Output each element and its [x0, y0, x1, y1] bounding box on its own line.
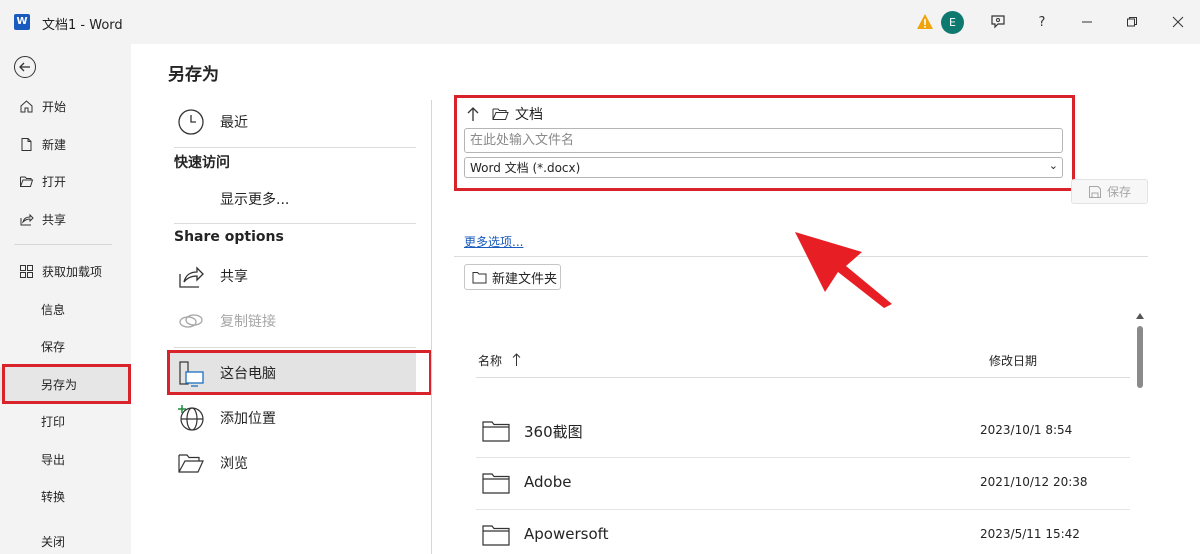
page-title: 另存为 — [168, 65, 219, 85]
addins-icon — [18, 263, 34, 279]
word-logo-icon: W — [14, 14, 30, 30]
window-title: 文档1 - Word — [42, 18, 123, 33]
globe-add-icon — [174, 401, 208, 435]
save-button-label: 保存 — [1106, 185, 1131, 199]
share-icon — [18, 211, 34, 227]
save-button[interactable]: 保存 — [1071, 179, 1148, 204]
nav-item-label: 关闭 — [41, 534, 66, 549]
location-label: 共享 — [220, 269, 248, 285]
backstage-nav: 开始 新建 打开 共享 获取加载项 信息 保存 另存为 打印 导出 转换 关闭 — [0, 44, 131, 554]
nav-item-share[interactable]: 共享 — [0, 202, 131, 236]
nav-item-print[interactable]: 打印 — [0, 404, 131, 438]
location-add-place[interactable]: 添加位置 — [168, 400, 416, 436]
minimize-icon[interactable] — [1075, 10, 1099, 34]
show-more-label: 显示更多... — [220, 192, 290, 208]
nav-item-label: 共享 — [42, 212, 67, 227]
nav-item-label: 打印 — [41, 414, 66, 429]
file-date: 2021/10/12 20:38 — [980, 475, 1088, 489]
new-folder-label: 新建文件夹 — [492, 271, 558, 287]
file-name: Adobe — [524, 473, 572, 491]
nav-item-label: 保存 — [41, 339, 66, 354]
close-icon[interactable] — [1166, 10, 1190, 34]
column-header-name[interactable]: 名称 — [478, 352, 521, 370]
nav-item-close[interactable]: 关闭 — [0, 524, 131, 554]
more-options-link[interactable]: 更多选项... — [464, 233, 523, 250]
folder-icon — [482, 420, 510, 446]
annotation-arrow — [795, 232, 892, 308]
highlight-box-saveas — [2, 364, 131, 404]
share-icon — [174, 259, 208, 293]
nav-item-open[interactable]: 打开 — [0, 164, 131, 198]
highlight-box-filename — [454, 95, 1075, 191]
file-date: 2023/5/11 15:42 — [980, 527, 1080, 541]
file-row[interactable]: Adobe 2021/10/12 20:38 — [476, 458, 1130, 510]
file-name: Apowersoft — [524, 525, 609, 543]
nav-divider — [14, 244, 112, 245]
show-more-link[interactable]: 显示更多... — [168, 186, 416, 212]
nav-item-label: 打开 — [42, 174, 67, 189]
help-icon[interactable]: ? — [1030, 10, 1054, 34]
folder-icon — [482, 524, 510, 550]
nav-item-export[interactable]: 导出 — [0, 442, 131, 476]
nav-item-new[interactable]: 新建 — [0, 127, 131, 161]
folder-icon — [482, 472, 510, 498]
nav-item-label: 信息 — [41, 302, 66, 317]
location-share[interactable]: 共享 — [168, 258, 416, 294]
location-browse[interactable]: 浏览 — [168, 445, 416, 481]
location-recent[interactable]: 最近 — [168, 104, 416, 140]
scroll-up-arrow-icon[interactable] — [1136, 313, 1144, 319]
home-icon — [18, 98, 34, 114]
file-row[interactable]: 360截图 2023/10/1 8:54 — [476, 406, 1130, 458]
location-label: 浏览 — [220, 456, 248, 472]
section-quick-access: 快速访问 — [174, 155, 230, 171]
location-label: 最近 — [220, 115, 248, 131]
file-date: 2023/10/1 8:54 — [980, 423, 1073, 437]
sort-up-arrow-icon — [512, 353, 521, 370]
user-avatar[interactable]: E — [941, 11, 964, 34]
new-folder-button[interactable]: 新建文件夹 — [464, 264, 561, 290]
restore-icon[interactable] — [1120, 10, 1144, 34]
link-icon — [174, 304, 208, 338]
title-bar: W 文档1 - Word E ? — [0, 0, 1200, 44]
divider — [174, 223, 416, 224]
divider — [476, 377, 1130, 378]
file-list-scrollbar[interactable] — [1135, 313, 1145, 554]
nav-item-label: 导出 — [41, 452, 66, 467]
scroll-thumb[interactable] — [1137, 326, 1143, 388]
feedback-icon[interactable] — [986, 10, 1010, 34]
nav-item-label: 获取加载项 — [42, 264, 103, 279]
file-row[interactable]: Apowersoft 2023/5/11 15:42 — [476, 510, 1130, 554]
new-folder-icon — [472, 271, 487, 284]
nav-item-label: 新建 — [42, 137, 67, 152]
location-label: 复制链接 — [220, 314, 276, 330]
open-folder-icon — [174, 446, 208, 480]
nav-item-convert[interactable]: 转换 — [0, 479, 131, 513]
nav-item-save[interactable]: 保存 — [0, 329, 131, 363]
warning-icon[interactable] — [916, 13, 934, 31]
location-copy-link[interactable]: 复制链接 — [168, 303, 416, 339]
column-divider — [431, 100, 432, 554]
location-label: 添加位置 — [220, 411, 276, 427]
divider — [174, 147, 416, 148]
clock-icon — [174, 105, 208, 139]
column-name-label: 名称 — [478, 354, 503, 368]
nav-item-label: 转换 — [41, 489, 66, 504]
save-icon — [1088, 185, 1102, 199]
back-arrow-icon[interactable] — [14, 56, 36, 78]
open-folder-icon — [18, 173, 34, 189]
file-name: 360截图 — [524, 423, 583, 441]
new-doc-icon — [18, 136, 34, 152]
nav-item-info[interactable]: 信息 — [0, 292, 131, 326]
nav-item-label: 开始 — [42, 99, 67, 114]
section-share-options: Share options — [174, 229, 284, 245]
nav-item-addins[interactable]: 获取加载项 — [0, 254, 131, 288]
divider — [174, 347, 416, 348]
nav-item-home[interactable]: 开始 — [0, 89, 131, 123]
highlight-box-this-pc — [167, 350, 432, 395]
column-header-date[interactable]: 修改日期 — [989, 352, 1037, 369]
